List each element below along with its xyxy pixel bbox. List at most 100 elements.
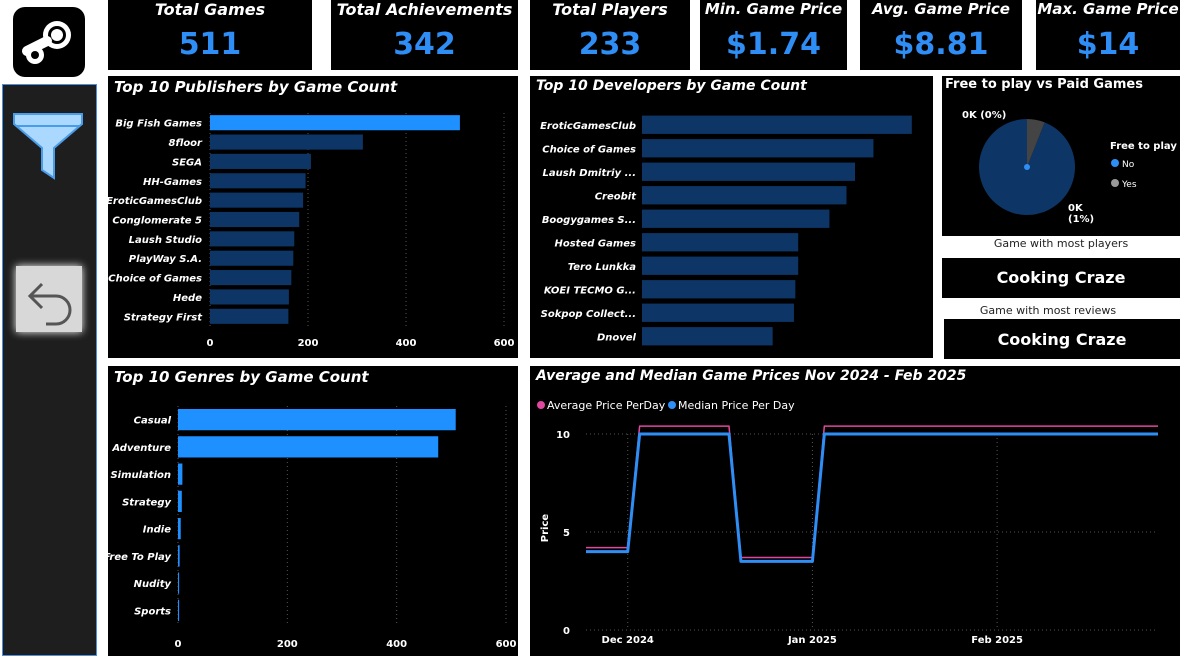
bar xyxy=(210,173,306,189)
pie-data-label: 0K xyxy=(1068,203,1084,214)
category-label: Free To Play xyxy=(108,552,171,563)
tick-label: 200 xyxy=(277,639,298,650)
category-label: Creobit xyxy=(595,191,638,202)
most-players-card: Cooking Craze xyxy=(942,258,1180,298)
most-reviews-card: Cooking Craze xyxy=(944,319,1180,359)
kpi-value: $1.74 xyxy=(726,27,821,62)
category-label: Tero Lunkka xyxy=(568,262,637,273)
category-label: Strategy xyxy=(122,497,171,508)
category-label: SEGA xyxy=(172,157,202,168)
category-label: Choice of Games xyxy=(542,144,636,155)
most-players-caption: Game with most players xyxy=(993,237,1129,250)
bar xyxy=(178,408,456,431)
category-label: Dnovel xyxy=(597,332,637,343)
developers-chart-panel: Top 10 Developers by Game Count EroticGa… xyxy=(530,76,933,358)
category-label: Sokpop Collect... xyxy=(541,309,636,320)
category-label: Strategy First xyxy=(124,312,204,323)
bar xyxy=(642,280,796,299)
legend-marker xyxy=(537,401,545,409)
bar xyxy=(210,231,295,247)
most-players-name: Cooking Craze xyxy=(996,268,1126,287)
filter-funnel-icon[interactable] xyxy=(12,112,84,182)
kpi-label: Total Achievements xyxy=(336,0,513,19)
category-label: Laush Studio xyxy=(129,235,202,246)
category-label: HH-Games xyxy=(143,177,202,188)
prices-chart-panel: Average and Median Game Prices Nov 2024 … xyxy=(530,366,1180,656)
bar xyxy=(210,192,304,208)
free-vs-paid-panel: Free to play vs Paid Games 0K (0%) 0K (1%)… xyxy=(942,76,1180,236)
category-label: Boogygames S... xyxy=(542,215,636,226)
kpi-avg-price: Avg. Game Price $8.81 xyxy=(860,0,1022,70)
category-label: Hosted Games xyxy=(554,238,636,249)
bar xyxy=(642,327,773,346)
back-arrow-icon[interactable] xyxy=(16,266,82,332)
legend-title: Free to play xyxy=(1110,141,1177,152)
tick-label: 600 xyxy=(496,639,517,650)
kpi-label: Avg. Game Price xyxy=(872,0,1010,18)
tick-label: 5 xyxy=(563,528,570,539)
series-line xyxy=(586,425,1158,559)
category-label: Hede xyxy=(173,293,202,304)
genres-chart-panel: Top 10 Genres by Game Count Casual Advent… xyxy=(108,366,518,656)
kpi-total-games: Total Games 511 xyxy=(108,0,312,70)
category-label: Indie xyxy=(143,525,171,536)
tick-label: 0 xyxy=(207,338,214,349)
sidebar xyxy=(0,0,100,664)
bar xyxy=(642,139,874,158)
tick-label: 400 xyxy=(386,639,407,650)
category-label: Adventure xyxy=(111,443,171,454)
bar xyxy=(642,303,794,322)
kpi-label: Max. Game Price xyxy=(1037,0,1179,18)
publishers-bar-chart: Big Fish Games 8floor SEGA HH-Games EroticGa… xyxy=(108,113,514,349)
bar xyxy=(210,134,363,150)
category-label: Nudity xyxy=(134,579,172,590)
most-reviews-name: Cooking Craze xyxy=(997,330,1127,349)
bar xyxy=(178,572,180,594)
legend-label: Average Price PerDay xyxy=(547,399,666,412)
tick-label: 0 xyxy=(563,626,570,637)
kpi-max-price: Max. Game Price $14 xyxy=(1036,0,1180,70)
bar xyxy=(210,270,292,286)
pie-data-label: (1%) xyxy=(1068,214,1094,225)
bar xyxy=(210,211,300,228)
bar xyxy=(642,233,799,252)
legend-marker xyxy=(1111,159,1119,167)
category-label: Conglomerate 5 xyxy=(112,216,202,227)
bar xyxy=(210,115,460,131)
kpi-value: $8.81 xyxy=(893,27,989,62)
kpi-label: Total Players xyxy=(552,0,668,19)
kpi-value: 342 xyxy=(393,27,456,62)
category-label: Big Fish Games xyxy=(115,119,202,130)
kpi-value: 511 xyxy=(178,27,242,62)
steam-logo-icon xyxy=(13,7,85,77)
bar xyxy=(178,517,181,540)
axis-label: Price xyxy=(540,514,551,543)
pie-center-dot xyxy=(1024,164,1030,170)
bar xyxy=(642,256,799,275)
free-vs-paid-pie-chart: 0K (0%) 0K(1%) Free to play No Yes xyxy=(962,110,1177,225)
legend-label: Median Price Per Day xyxy=(678,399,795,412)
category-label: Casual xyxy=(134,416,172,427)
kpi-value: 233 xyxy=(578,27,642,62)
developers-bar-chart: EroticGamesClub Choice of Games Laush Dmit… xyxy=(540,115,912,346)
kpi-label: Total Games xyxy=(154,0,266,19)
bar xyxy=(642,115,912,134)
category-label: KOEI TECMO G... xyxy=(544,285,636,296)
legend-label: Yes xyxy=(1121,180,1137,190)
bar xyxy=(642,209,830,228)
legend-label: No xyxy=(1122,160,1135,170)
bar xyxy=(642,186,847,205)
kpi-value: $14 xyxy=(1076,27,1140,62)
pie-data-label: 0K (0%) xyxy=(962,110,1006,121)
kpi-total-players: Total Players 233 xyxy=(530,0,690,70)
category-label: 8floor xyxy=(168,138,203,149)
category-label: PlayWay S.A. xyxy=(129,254,202,265)
tick-label: 0 xyxy=(175,639,182,650)
publishers-chart-panel: Top 10 Publishers by Game Count Big Fish… xyxy=(108,76,518,358)
bar xyxy=(210,153,311,169)
kpi-min-price: Min. Game Price $1.74 xyxy=(700,0,847,70)
tick-label: Dec 2024 xyxy=(602,635,654,646)
category-label: Choice of Games xyxy=(108,274,202,285)
genres-bar-chart: Casual Adventure Simulation Strategy Indie Fr… xyxy=(108,406,517,650)
bar xyxy=(178,545,180,567)
